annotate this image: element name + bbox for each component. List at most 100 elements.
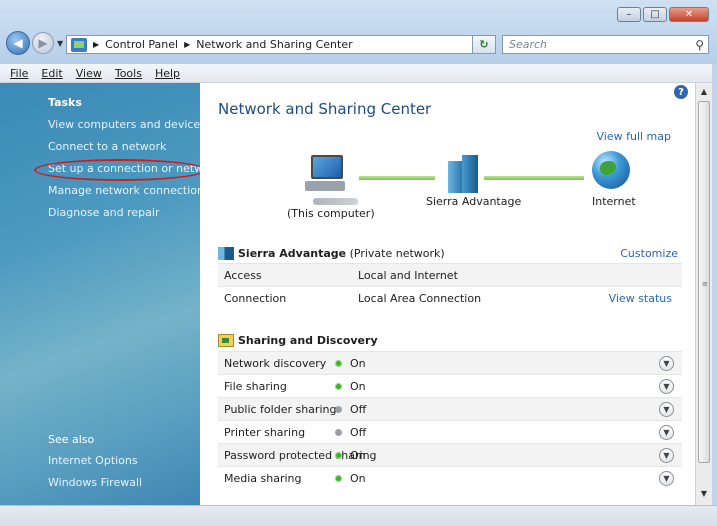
refresh-icon: ↻ [479,38,489,51]
row-label: Access [224,268,262,282]
minimize-button[interactable]: – [617,7,641,22]
highlight-ring [34,159,206,181]
row-label: Connection [224,291,287,305]
row-label: Network discovery [224,356,327,370]
grip-icon: ≡ [702,280,708,288]
sharing-row-file-sharing[interactable]: File sharing On ▼ [218,374,682,397]
expand-chevron-icon[interactable]: ▼ [659,447,674,463]
link-internet-options[interactable]: Internet Options [48,454,138,467]
breadcrumb-network-sharing[interactable]: Network and Sharing Center [196,38,352,51]
status-indicator: On [335,449,366,462]
link-windows-firewall[interactable]: Windows Firewall [48,476,142,489]
status-indicator: Off [335,403,366,416]
menu-file[interactable]: File [10,67,28,80]
row-label: Media sharing [224,471,302,485]
network-row-connection: Connection Local Area Connection View st… [218,286,682,309]
back-button[interactable]: ◀ [6,31,30,55]
status-bar [0,505,717,526]
connection-line [484,176,584,180]
status-on-icon [335,359,342,367]
expand-chevron-icon[interactable]: ▼ [659,470,674,486]
status-off-icon [335,428,342,436]
customize-link[interactable]: Customize [620,247,678,260]
menu-edit[interactable]: Edit [41,67,62,80]
view-status-link[interactable]: View status [609,292,672,305]
window-frame [712,64,717,505]
row-value: Local Area Connection [358,291,482,305]
task-connect-network[interactable]: Connect to a network [48,140,166,153]
search-placeholder: Search [509,38,548,51]
nav-buttons: ◀ ▶ ▼ [6,30,67,56]
sharing-title: Sharing and Discovery [238,333,378,347]
network-node-label: Sierra Advantage [426,195,522,208]
view-full-map-link[interactable]: View full map [597,130,672,143]
row-label: File sharing [224,379,287,393]
window: – □ ✕ ◀ ▶ ▼ ▶ Control Panel ▶ Network an… [0,0,717,526]
network-section-header: Sierra Advantage (Private network) Custo… [218,245,678,261]
internet-globe-icon[interactable] [592,151,630,189]
forward-button[interactable]: ▶ [32,32,54,54]
connection-line [359,176,435,180]
refresh-button[interactable]: ↻ [472,35,496,54]
title-bar: – □ ✕ ◀ ▶ ▼ ▶ Control Panel ▶ Network an… [0,0,717,65]
sharing-row-password-protected[interactable]: Password protected sharing On ▼ [218,443,682,466]
back-arrow-icon: ◀ [13,36,23,50]
sharing-row-public-folder[interactable]: Public folder sharing Off ▼ [218,397,682,420]
maximize-button[interactable]: □ [643,7,667,22]
status-indicator: On [335,357,366,370]
breadcrumb-separator-icon[interactable]: ▶ [184,40,190,49]
search-input[interactable]: Search ⚲ [502,35,709,54]
menu-help[interactable]: Help [155,67,180,80]
internet-label: Internet [592,195,636,208]
close-button[interactable]: ✕ [669,7,709,22]
caption-buttons: – □ ✕ [617,7,709,22]
see-also-heading: See also [48,433,95,446]
status-off-icon [335,405,342,413]
sharing-icon [218,333,234,347]
status-indicator: Off [335,426,366,439]
expand-chevron-icon[interactable]: ▼ [659,378,674,394]
network-icon [218,246,234,260]
menu-tools[interactable]: Tools [115,67,142,80]
breadcrumb-control-panel[interactable]: Control Panel [105,38,178,51]
task-diagnose-repair[interactable]: Diagnose and repair [48,206,160,219]
menu-view[interactable]: View [76,67,102,80]
page-title: Network and Sharing Center [218,100,432,118]
this-computer-label: (This computer) [287,207,375,220]
task-pane: Tasks View computers and devices Connect… [0,83,221,505]
expand-chevron-icon[interactable]: ▼ [659,401,674,417]
sharing-row-network-discovery[interactable]: Network discovery On ▼ [218,351,682,374]
address-bar[interactable]: ▶ Control Panel ▶ Network and Sharing Ce… [66,35,494,54]
tasks-heading: Tasks [48,96,82,109]
network-row-access: Access Local and Internet [218,263,682,286]
network-icon[interactable] [446,155,480,195]
status-indicator: On [335,380,366,393]
control-panel-icon [71,37,87,52]
scroll-up-icon[interactable]: ▲ [696,83,712,99]
expand-chevron-icon[interactable]: ▼ [659,424,674,440]
status-indicator: On [335,472,366,485]
status-on-icon [335,474,342,482]
task-view-computers[interactable]: View computers and devices [48,118,206,131]
row-label: Public folder sharing [224,402,337,416]
breadcrumb-separator-icon[interactable]: ▶ [93,40,99,49]
help-icon[interactable]: ? [674,85,688,99]
scroll-down-icon[interactable]: ▼ [696,485,712,501]
computer-name-redacted [313,198,358,205]
sharing-section-header: Sharing and Discovery [218,332,678,348]
network-name: Sierra Advantage [238,246,347,260]
network-type: (Private network) [349,246,445,260]
computer-icon[interactable] [305,155,347,193]
search-icon[interactable]: ⚲ [695,38,704,52]
task-manage-connections[interactable]: Manage network connections [48,184,210,197]
sharing-row-media[interactable]: Media sharing On ▼ [218,466,682,489]
vertical-scrollbar[interactable]: ▲ ≡ ▼ [695,83,712,505]
scroll-thumb[interactable]: ≡ [698,101,710,463]
sharing-row-printer[interactable]: Printer sharing Off ▼ [218,420,682,443]
main-content: ? Network and Sharing Center View full m… [200,83,695,505]
status-on-icon [335,382,342,390]
expand-chevron-icon[interactable]: ▼ [659,355,674,371]
recent-pages-dropdown-icon[interactable]: ▼ [57,39,63,48]
row-value: Local and Internet [358,268,458,282]
status-on-icon [335,451,342,459]
